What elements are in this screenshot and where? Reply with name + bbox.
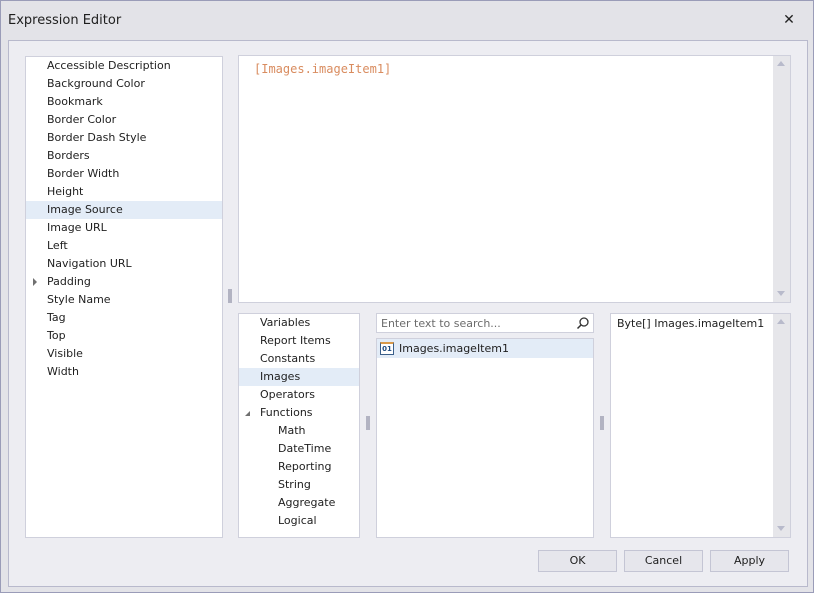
expand-arrow-icon[interactable] <box>33 278 37 286</box>
scroll-down-icon[interactable] <box>777 526 785 531</box>
category-label: Operators <box>260 388 315 401</box>
category-item[interactable]: Math <box>239 422 359 440</box>
property-label: Height <box>47 185 84 198</box>
property-label: Image Source <box>47 203 123 216</box>
property-item[interactable]: Border Dash Style <box>26 129 222 147</box>
category-item[interactable]: Logical <box>239 512 359 530</box>
description-text: Byte[] Images.imageItem1 <box>617 317 765 330</box>
property-item[interactable]: Top <box>26 327 222 345</box>
property-label: Accessible Description <box>47 59 171 72</box>
property-item[interactable]: Left <box>26 237 222 255</box>
property-label: Navigation URL <box>47 257 132 270</box>
category-label: Report Items <box>260 334 331 347</box>
property-item[interactable]: Style Name <box>26 291 222 309</box>
category-item[interactable]: Images <box>239 368 359 386</box>
property-label: Borders <box>47 149 90 162</box>
apply-button[interactable]: Apply <box>710 550 789 572</box>
image-item-icon: 01 <box>380 342 394 355</box>
property-item[interactable]: Width <box>26 363 222 381</box>
category-label: Aggregate <box>278 496 336 509</box>
category-label: Logical <box>278 514 317 527</box>
categories-splitter-handle[interactable] <box>366 416 370 430</box>
property-label: Top <box>47 329 66 342</box>
category-item[interactable]: String <box>239 476 359 494</box>
property-item[interactable]: Navigation URL <box>26 255 222 273</box>
property-label: Border Width <box>47 167 120 180</box>
category-item[interactable]: Reporting <box>239 458 359 476</box>
item-label: Images.imageItem1 <box>399 342 509 355</box>
property-label: Bookmark <box>47 95 103 108</box>
category-label: Images <box>260 370 301 383</box>
close-icon: ✕ <box>783 12 795 28</box>
property-item[interactable]: Image Source <box>26 201 222 219</box>
window-title: Expression Editor <box>8 13 122 28</box>
categories-tree[interactable]: Variables Report Items Constants Images Oper… <box>238 313 360 538</box>
close-button[interactable]: ✕ <box>777 9 801 31</box>
property-item[interactable]: Border Color <box>26 111 222 129</box>
category-label: String <box>278 478 311 491</box>
scroll-down-icon[interactable] <box>777 291 785 296</box>
property-label: Border Dash Style <box>47 131 147 144</box>
category-item[interactable]: Operators <box>239 386 359 404</box>
list-item[interactable]: 01 Images.imageItem1 <box>377 339 593 358</box>
scroll-up-icon[interactable] <box>777 61 785 66</box>
category-label: DateTime <box>278 442 332 455</box>
items-splitter-handle[interactable] <box>600 416 604 430</box>
title-bar: Expression Editor ✕ <box>1 1 813 39</box>
description-scrollbar[interactable] <box>773 314 790 537</box>
vertical-splitter-handle[interactable] <box>228 289 232 303</box>
search-box[interactable] <box>376 313 594 333</box>
property-item[interactable]: Tag <box>26 309 222 327</box>
property-label: Width <box>47 365 79 378</box>
property-label: Padding <box>47 275 91 288</box>
search-icon[interactable] <box>576 316 590 330</box>
category-item[interactable]: Variables <box>239 314 359 332</box>
property-label: Image URL <box>47 221 107 234</box>
category-label: Constants <box>260 352 316 365</box>
property-item[interactable]: Bookmark <box>26 93 222 111</box>
property-label: Tag <box>47 311 66 324</box>
expression-editor-window: Expression Editor ✕ Accessible Descripti… <box>0 0 814 593</box>
property-item[interactable]: Image URL <box>26 219 222 237</box>
ok-button[interactable]: OK <box>538 550 617 572</box>
properties-list[interactable]: Accessible Description Background Color Bo… <box>25 56 223 538</box>
description-panel: Byte[] Images.imageItem1 <box>610 313 791 538</box>
property-item[interactable]: Height <box>26 183 222 201</box>
property-item[interactable]: Borders <box>26 147 222 165</box>
property-label: Visible <box>47 347 83 360</box>
editor-scrollbar[interactable] <box>773 56 790 302</box>
category-item[interactable]: Report Items <box>239 332 359 350</box>
category-label: Variables <box>260 316 311 329</box>
collapse-arrow-icon[interactable] <box>245 411 250 416</box>
dialog-body: Accessible Description Background Color Bo… <box>8 40 808 587</box>
property-item[interactable]: Visible <box>26 345 222 363</box>
property-label: Left <box>47 239 68 252</box>
property-item[interactable]: Padding <box>26 273 222 291</box>
property-label: Border Color <box>47 113 117 126</box>
property-item[interactable]: Accessible Description <box>26 57 222 75</box>
expression-editor[interactable]: [Images.imageItem1] <box>238 55 791 303</box>
expression-text[interactable]: [Images.imageItem1] <box>254 62 391 76</box>
property-label: Background Color <box>47 77 145 90</box>
cancel-button[interactable]: Cancel <box>624 550 703 572</box>
search-input[interactable] <box>377 314 567 332</box>
category-label: Math <box>278 424 306 437</box>
items-list[interactable]: 01 Images.imageItem1 <box>376 338 594 538</box>
category-label: Reporting <box>278 460 332 473</box>
property-item[interactable]: Border Width <box>26 165 222 183</box>
category-item[interactable]: Aggregate <box>239 494 359 512</box>
category-item[interactable]: Functions <box>239 404 359 422</box>
property-label: Style Name <box>47 293 111 306</box>
category-item[interactable]: DateTime <box>239 440 359 458</box>
category-label: Functions <box>260 406 313 419</box>
property-item[interactable]: Background Color <box>26 75 222 93</box>
category-item[interactable]: Constants <box>239 350 359 368</box>
scroll-up-icon[interactable] <box>777 319 785 324</box>
